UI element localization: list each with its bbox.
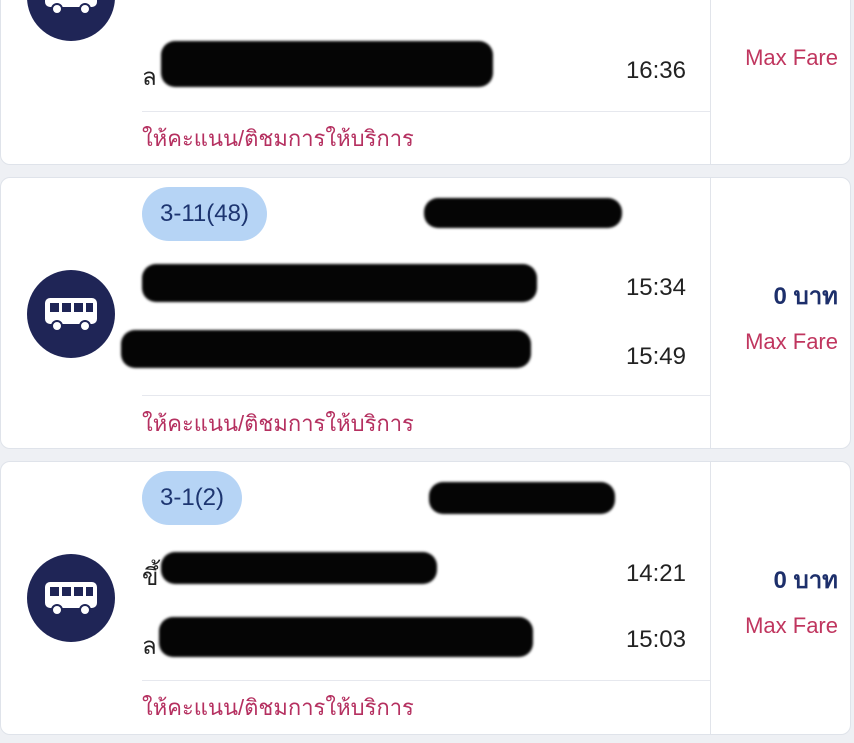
fare-amount: 0 บาท bbox=[773, 567, 838, 594]
alight-stop: ล bbox=[142, 64, 157, 91]
trip-card: 3-1(2) ขึ้ 14:21 ล 15:03 ให้คะแนน/ติชมกา… bbox=[0, 461, 851, 735]
alight-time: 15:49 bbox=[625, 343, 686, 370]
max-fare-label: Max Fare bbox=[745, 329, 838, 354]
rate-service-link[interactable]: ให้คะแนน/ติชมการให้บริการ bbox=[142, 121, 414, 156]
trip-card: 3-11(48) 15:34 15:49 ให้คะแนน/ติชมการให้… bbox=[0, 177, 851, 449]
divider bbox=[142, 111, 710, 112]
bus-icon bbox=[27, 270, 115, 358]
redacted-stop-name bbox=[161, 41, 493, 87]
redacted-info bbox=[424, 198, 622, 228]
bus-icon bbox=[27, 0, 115, 41]
redacted-stop-name bbox=[121, 330, 531, 368]
fare-column: 0 บาท Max Fare bbox=[710, 462, 850, 734]
board-time: 15:34 bbox=[625, 274, 686, 301]
max-fare-label: Max Fare bbox=[745, 613, 838, 638]
board-stop: ขึ้ bbox=[142, 564, 159, 591]
fare-amount: 0 บาท bbox=[773, 283, 838, 310]
divider bbox=[142, 680, 710, 681]
alight-stop: ล bbox=[142, 633, 157, 660]
rate-service-link[interactable]: ให้คะแนน/ติชมการให้บริการ bbox=[142, 690, 414, 725]
redacted-stop-name bbox=[161, 552, 437, 584]
board-time: 14:21 bbox=[625, 560, 686, 587]
divider bbox=[142, 395, 710, 396]
max-fare-label: Max Fare bbox=[745, 45, 838, 70]
route-badge: 3-11(48) bbox=[142, 187, 267, 241]
redacted-info bbox=[429, 482, 615, 514]
fare-column: Max Fare bbox=[710, 0, 850, 164]
trip-card: ล 16:36 ให้คะแนน/ติชมการให้บริการ Max Fa… bbox=[0, 0, 851, 165]
fare-column: 0 บาท Max Fare bbox=[710, 178, 850, 448]
alight-time: 16:36 bbox=[625, 57, 686, 84]
redacted-stop-name bbox=[142, 264, 537, 302]
redacted-stop-name bbox=[159, 617, 533, 657]
bus-icon bbox=[27, 554, 115, 642]
alight-time: 15:03 bbox=[625, 626, 686, 653]
route-badge: 3-1(2) bbox=[142, 471, 243, 525]
rate-service-link[interactable]: ให้คะแนน/ติชมการให้บริการ bbox=[142, 406, 414, 441]
